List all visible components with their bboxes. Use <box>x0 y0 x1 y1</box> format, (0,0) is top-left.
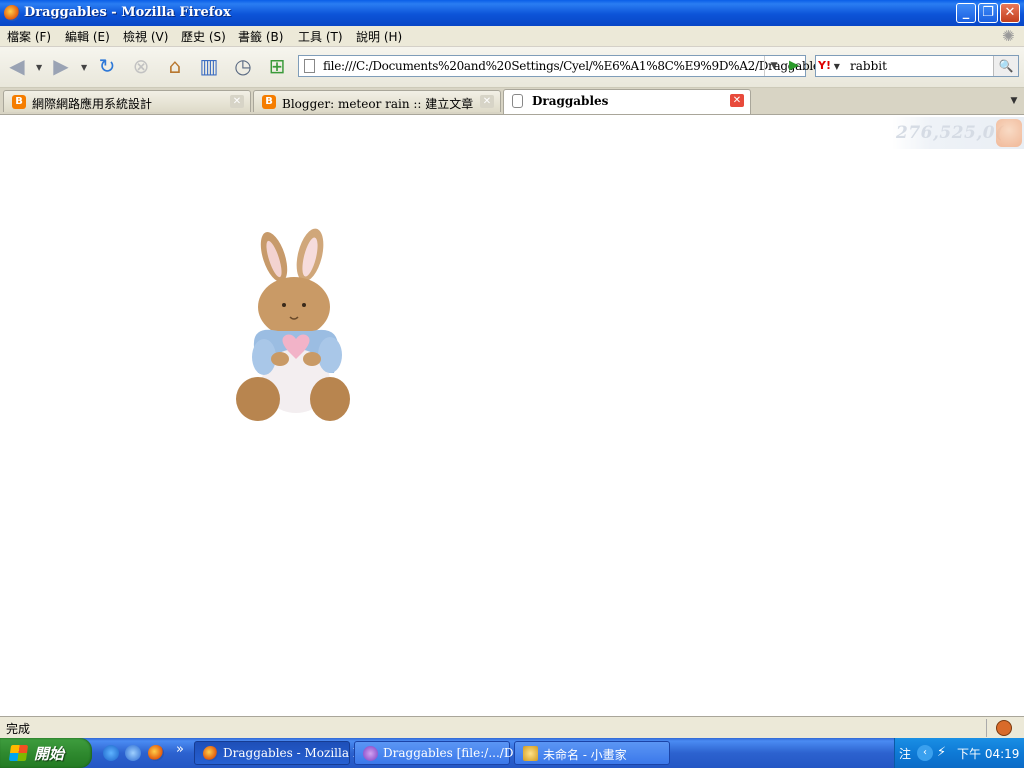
taskbar-button-label: Draggables [file:/.../Dr... <box>383 746 530 760</box>
draggable-rabbit-image[interactable] <box>208 225 360 425</box>
rabbit-left-leg <box>236 377 280 421</box>
add-page-icon: ⊞ <box>268 54 286 78</box>
home-button[interactable]: ⌂ <box>162 53 188 79</box>
tab-draggables[interactable]: Draggables ✕ <box>503 89 751 114</box>
system-tray: 注 ‹ ⚡ 下午 04:19 <box>894 738 1024 768</box>
start-button[interactable]: 開始 <box>0 738 92 768</box>
addon-monkey-icon[interactable] <box>996 720 1012 736</box>
tab-label: Blogger: meteor rain :: 建立文章 <box>282 97 474 111</box>
start-label: 開始 <box>34 745 65 763</box>
magnifier-icon: 🔍 <box>998 59 1014 73</box>
navigation-toolbar: ◀ ▼ ▶ ▼ ↻ ⊗ ⌂ ▥ ◷ ⊞ file:///C:/Documents… <box>0 47 1024 88</box>
tab-label: 網際網路應用系統設計 <box>32 97 153 111</box>
counter-decoration-icon <box>996 119 1022 147</box>
minimize-button[interactable]: _ <box>956 3 976 23</box>
windows-logo-icon <box>8 745 29 761</box>
back-button[interactable]: ◀ <box>4 53 30 79</box>
ie-settings-quicklaunch-icon[interactable] <box>125 745 141 761</box>
search-engine-selector[interactable]: Y! ▼ <box>818 58 848 74</box>
menu-history[interactable]: 歷史 (S) <box>181 28 226 45</box>
menu-bookmarks[interactable]: 書籤 (B) <box>238 28 283 45</box>
history-button[interactable]: ◷ <box>230 53 256 79</box>
menu-help[interactable]: 說明 (H) <box>356 28 402 45</box>
ie-quicklaunch-icon[interactable] <box>103 745 119 761</box>
taskbar-firefox-button[interactable]: Draggables - Mozilla F... <box>194 741 371 765</box>
forward-button[interactable]: ▶ <box>48 53 74 79</box>
tab-course[interactable]: B 網際網路應用系統設計 ✕ <box>3 90 251 112</box>
stop-icon: ⊗ <box>132 54 150 78</box>
url-bar[interactable]: file:///C:/Documents%20and%20Settings/Cy… <box>298 55 856 77</box>
taskbar-paint-button[interactable]: 未命名 - 小畫家 <box>514 741 670 765</box>
yahoo-icon: Y! <box>818 59 831 72</box>
search-bar[interactable]: Y! ▼ rabbit 🔍 <box>815 55 1019 77</box>
status-text: 完成 <box>6 722 31 736</box>
taskbar-button-label: Draggables - Mozilla F... <box>223 746 371 760</box>
counter-number: 276,525,0( <box>896 123 1004 143</box>
firefox-icon <box>203 746 218 761</box>
stop-button[interactable]: ⊗ <box>128 53 154 79</box>
firefox-quicklaunch-icon[interactable] <box>148 745 164 761</box>
rabbit-right-leg <box>310 377 350 421</box>
menu-view[interactable]: 檢視 (V) <box>123 28 168 45</box>
search-button[interactable]: 🔍 <box>993 56 1018 76</box>
taskbar-button-label: 未命名 - 小畫家 <box>543 748 627 762</box>
clock[interactable]: 下午 04:19 <box>957 745 1019 762</box>
network-icon[interactable]: ⚡ <box>937 745 953 761</box>
page-icon <box>512 94 523 108</box>
tab-blogger[interactable]: B Blogger: meteor rain :: 建立文章 ✕ <box>253 90 501 112</box>
page-icon <box>304 59 315 73</box>
all-tabs-dropdown[interactable]: ▼ <box>1004 90 1024 112</box>
restore-button[interactable]: ❐ <box>978 3 998 23</box>
status-bar: 完成 <box>0 716 1024 739</box>
throbber-icon: ✺ <box>1002 27 1015 45</box>
paint-icon <box>523 746 538 761</box>
forward-history-dropdown[interactable]: ▼ <box>81 63 87 72</box>
page-content: 276,525,0( <box>0 115 1024 715</box>
close-tab-icon[interactable]: ✕ <box>480 95 494 108</box>
app-icon <box>363 746 378 761</box>
back-arrow-icon: ◀ <box>9 54 25 78</box>
url-dropdown-button[interactable]: ▼ <box>764 56 783 76</box>
close-tab-icon[interactable]: ✕ <box>730 94 744 107</box>
go-arrow-icon: ▶ <box>789 58 799 73</box>
forward-arrow-icon: ▶ <box>53 54 69 78</box>
ime-indicator[interactable]: 注 <box>899 745 911 762</box>
quicklaunch-overflow-icon[interactable]: » <box>176 742 184 757</box>
blogger-icon: B <box>12 95 26 109</box>
tab-label: Draggables <box>532 94 609 108</box>
go-button[interactable]: ▶ <box>783 56 805 76</box>
tab-bar: B 網際網路應用系統設計 ✕ B Blogger: meteor rain ::… <box>0 88 1024 115</box>
close-button[interactable]: ✕ <box>1000 3 1020 23</box>
menu-file[interactable]: 檔案 (F) <box>7 28 51 45</box>
clock-icon: ◷ <box>234 54 252 78</box>
rabbit-head <box>258 277 330 337</box>
close-tab-icon[interactable]: ✕ <box>230 95 244 108</box>
search-input[interactable]: rabbit <box>850 59 887 73</box>
status-separator <box>986 719 987 737</box>
visitor-counter: 276,525,0( <box>892 117 1024 149</box>
menu-tools[interactable]: 工具 (T) <box>298 28 343 45</box>
title-bar[interactable]: Draggables - Mozilla Firefox _ ❐ ✕ <box>0 0 1024 26</box>
home-icon: ⌂ <box>168 54 182 78</box>
bookmarks-button[interactable]: ▥ <box>196 53 222 79</box>
new-tab-button[interactable]: ⊞ <box>264 53 290 79</box>
blogger-icon: B <box>262 95 276 109</box>
window-title: Draggables - Mozilla Firefox <box>24 5 231 20</box>
reload-icon: ↻ <box>98 54 116 78</box>
reload-button[interactable]: ↻ <box>94 53 120 79</box>
menu-bar: 檔案 (F) 編輯 (E) 檢視 (V) 歷史 (S) 書籤 (B) 工具 (T… <box>0 26 1024 47</box>
bookmarks-icon: ▥ <box>199 54 219 78</box>
taskbar: 開始 » Draggables - Mozilla F... Draggable… <box>0 738 1024 768</box>
show-hidden-icons-button[interactable]: ‹ <box>917 745 933 761</box>
menu-edit[interactable]: 編輯 (E) <box>65 28 110 45</box>
back-history-dropdown[interactable]: ▼ <box>36 63 42 72</box>
taskbar-netbeans-button[interactable]: Draggables [file:/.../Dr... <box>354 741 529 765</box>
firefox-icon <box>4 5 20 21</box>
